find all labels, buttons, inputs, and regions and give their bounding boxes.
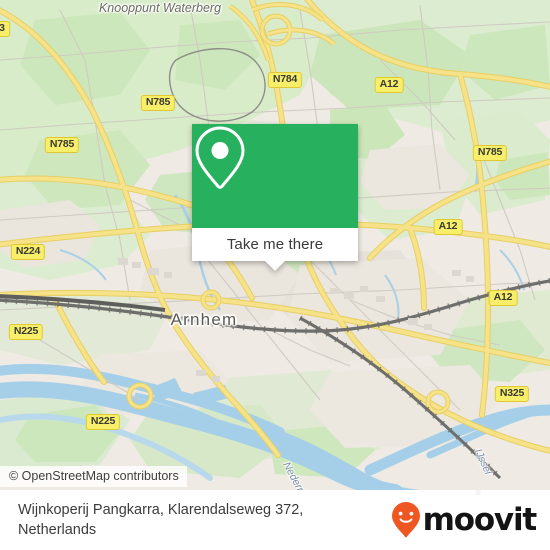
location-pin-icon xyxy=(195,126,245,189)
road-shield: N785 xyxy=(472,145,508,161)
destination-popup-card[interactable]: Take me there xyxy=(192,124,358,271)
road-shield: N225 xyxy=(85,414,121,430)
road-shield: A12 xyxy=(433,219,463,235)
road-shield: A12 xyxy=(488,290,518,306)
road-shield: N224 xyxy=(10,244,46,260)
popup-image-area xyxy=(192,124,358,228)
moovit-smiley-pin-icon xyxy=(391,502,420,538)
footer-bar: Wijnkoperij Pangkarra, Klarendalseweg 37… xyxy=(0,490,550,550)
road-shield: A12 xyxy=(374,77,404,93)
map-screenshot: 3 N785 N784 A12 N785 N785 N224 A12 A12 N… xyxy=(0,0,550,550)
moovit-logo[interactable]: moovit xyxy=(391,501,538,539)
map-attribution[interactable]: © OpenStreetMap contributors xyxy=(0,466,187,487)
road-shield: 3 xyxy=(0,21,10,37)
take-me-there-label: Take me there xyxy=(226,236,324,253)
place-label-arnhem: Arnhem xyxy=(170,310,238,329)
moovit-wordmark: moovit xyxy=(422,501,538,538)
take-me-there-button[interactable]: Take me there xyxy=(192,228,358,261)
location-title: Wijnkoperij Pangkarra, Klarendalseweg 37… xyxy=(18,502,304,538)
road-shield: N325 xyxy=(494,386,530,402)
road-shield: N784 xyxy=(267,72,303,88)
road-shield: N225 xyxy=(8,324,44,340)
popup-tail xyxy=(265,261,285,271)
road-shield: N785 xyxy=(44,137,80,153)
junction-label: Knooppunt Waterberg xyxy=(98,1,222,15)
road-shield: N785 xyxy=(140,95,176,111)
map-canvas[interactable]: 3 N785 N784 A12 N785 N785 N224 A12 A12 N… xyxy=(0,0,550,490)
